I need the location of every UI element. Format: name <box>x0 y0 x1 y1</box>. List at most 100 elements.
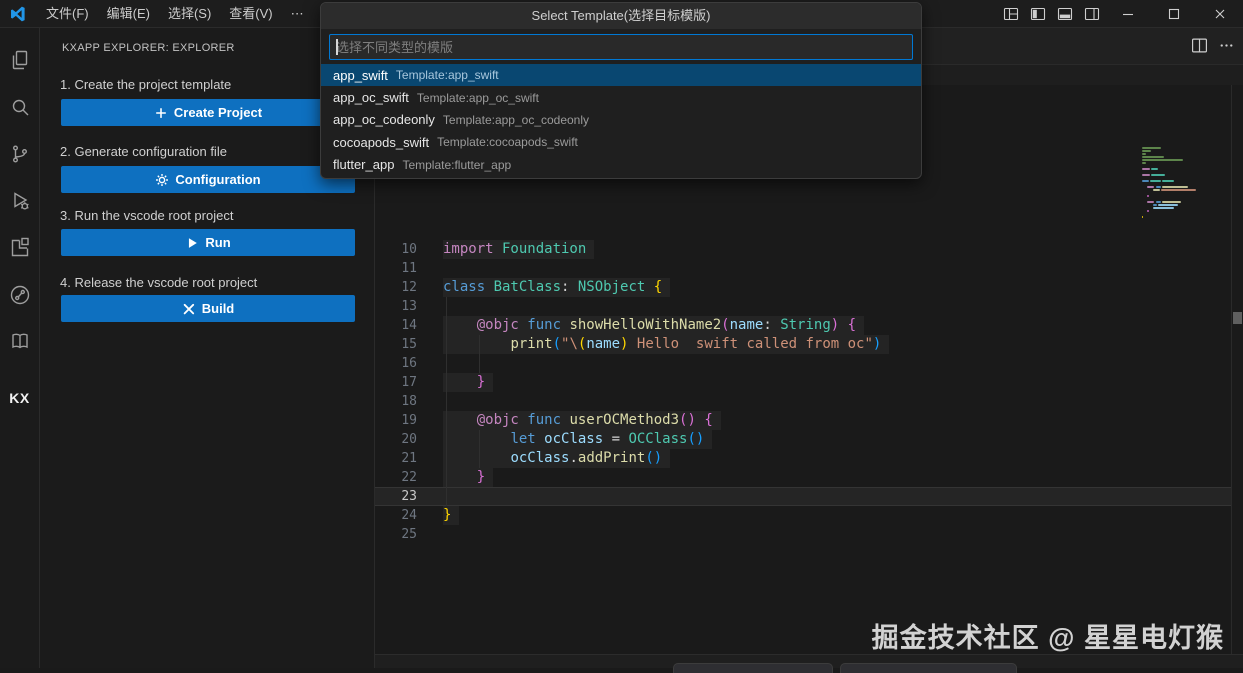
item-description: Template:app_swift <box>396 68 499 82</box>
menu-item-4[interactable]: 查看(V) <box>220 0 281 27</box>
code-line-15: 15 print("\(name) Hello swift called fro… <box>375 335 1231 354</box>
run-debug-icon[interactable] <box>0 181 39 221</box>
source-control-icon[interactable] <box>0 134 39 174</box>
remote-icon[interactable] <box>0 275 39 315</box>
item-label: app_oc_codeonly <box>333 112 435 127</box>
quickpick-item-cocoapods_swift[interactable]: cocoapods_swift Template:cocoapods_swift <box>321 131 921 153</box>
minimap-line <box>1147 201 1154 203</box>
watermark-text: 掘金技术社区 @ 星星电灯猴 <box>872 616 1224 655</box>
book-icon[interactable] <box>0 321 39 361</box>
files-icon[interactable] <box>0 40 39 80</box>
code-line-24: 24} <box>375 506 1231 525</box>
line-number: 11 <box>375 259 417 278</box>
minimap-line <box>1153 204 1157 206</box>
line-text: print("\(name) Hello swift called from o… <box>443 335 889 354</box>
step-label-run: 3. Run the vscode root project <box>60 208 233 223</box>
item-label: cocoapods_swift <box>333 135 429 150</box>
line-number: 19 <box>375 411 417 430</box>
hidden-panel-button[interactable] <box>840 663 1017 673</box>
menu-bar: 文件(F)编辑(E)选择(S)查看(V)⋯ <box>37 0 313 27</box>
minimap-line <box>1156 186 1161 188</box>
step-label-build: 4. Release the vscode root project <box>60 275 257 290</box>
run-button[interactable]: Run <box>61 229 355 256</box>
overview-ruler-border <box>1231 85 1232 654</box>
quickpick-item-flutter_app[interactable]: flutter_appTemplate:flutter_app <box>321 154 921 176</box>
line-number: 18 <box>375 392 417 411</box>
line-text: } <box>443 373 493 392</box>
code-line-21: 21 ocClass.addPrint() <box>375 449 1231 468</box>
button-label: Create Project <box>174 105 262 120</box>
code-line-17: 17 } <box>375 373 1231 392</box>
line-number: 15 <box>375 335 417 354</box>
code-line-18: 18 <box>375 392 1231 411</box>
code-line-19: 19 @objc func userOCMethod3() { <box>375 411 1231 430</box>
minimap-line <box>1161 189 1196 191</box>
line-text: import Foundation <box>443 240 594 259</box>
line-number: 20 <box>375 430 417 449</box>
line-text: let ocClass = OCClass() <box>443 430 712 449</box>
toggle-sidebar-icon[interactable] <box>1024 0 1051 28</box>
code-line-25: 25 <box>375 525 1231 544</box>
minimap-line <box>1142 159 1183 161</box>
menu-item-5[interactable]: ⋯ <box>282 0 313 27</box>
line-number: 23 <box>375 487 417 506</box>
hidden-panel-button[interactable] <box>673 663 833 673</box>
item-label: flutter_app <box>333 157 394 172</box>
quickpick-item-app_oc_swift[interactable]: app_oc_swiftTemplate:app_oc_swift <box>321 86 921 108</box>
quick-pick-title: Select Template(选择目标模版) <box>321 3 921 29</box>
minimap-line <box>1162 180 1174 182</box>
code-line-12: 12 class BatClass: NSObject { <box>375 278 1231 297</box>
line-number: 14 <box>375 316 417 335</box>
menu-item-1[interactable]: 文件(F) <box>37 0 98 27</box>
scrollbar-thumb[interactable] <box>1233 312 1242 324</box>
line-number: 24 <box>375 506 417 525</box>
minimap-line <box>1162 201 1181 203</box>
item-description: Template:cocoapods_swift <box>437 135 578 149</box>
step-label-create-project: 1. Create the project template <box>60 77 231 92</box>
button-label: Build <box>202 301 235 316</box>
button-label: Configuration <box>175 172 260 187</box>
menu-item-3[interactable]: 选择(S) <box>159 0 220 27</box>
kx-extension-icon[interactable]: KX <box>0 378 39 418</box>
indent-guide <box>479 430 480 468</box>
code-line-22: 22 } <box>375 468 1231 487</box>
extensions-icon[interactable] <box>0 228 39 268</box>
quickpick-item-app_swift[interactable]: app_swiftTemplate:app_swift <box>321 64 921 86</box>
minimap-line <box>1142 216 1143 218</box>
line-text: @objc func userOCMethod3() { <box>443 411 721 430</box>
minimap-line <box>1142 174 1150 176</box>
code-line-16: 16 <box>375 354 1231 373</box>
quick-pick-input-wrap <box>321 29 921 64</box>
close-button[interactable] <box>1197 0 1243 28</box>
menu-item-2[interactable]: 编辑(E) <box>98 0 159 27</box>
tools-icon <box>182 302 196 316</box>
quick-pick-input[interactable] <box>329 34 913 60</box>
quick-pick-list: app_swiftTemplate:app_swiftapp_oc_swiftT… <box>321 64 921 178</box>
more-actions-icon[interactable] <box>1218 37 1235 54</box>
minimap-line <box>1158 204 1178 206</box>
kx-logo-text: KX <box>9 390 29 406</box>
line-number: 10 <box>375 240 417 259</box>
toggle-panel-icon[interactable] <box>1051 0 1078 28</box>
split-editor-icon[interactable] <box>1191 37 1208 54</box>
maximize-button[interactable] <box>1151 0 1197 28</box>
line-number: 17 <box>375 373 417 392</box>
search-icon[interactable] <box>0 87 39 127</box>
minimap[interactable] <box>1140 145 1228 231</box>
activity-bar: KX <box>0 28 40 668</box>
line-text: ocClass.addPrint() <box>443 449 670 468</box>
build-button[interactable]: Build <box>61 295 355 322</box>
toggle-secondary-sidebar-icon[interactable] <box>1078 0 1105 28</box>
customize-layout-icon[interactable] <box>997 0 1024 28</box>
line-text: class BatClass: NSObject { <box>443 278 670 297</box>
code-line-11: 11 <box>375 259 1231 278</box>
line-number: 12 <box>375 278 417 297</box>
minimize-button[interactable] <box>1105 0 1151 28</box>
create-project-button[interactable]: Create Project <box>61 99 355 126</box>
quickpick-item-app_oc_codeonly[interactable]: app_oc_codeonly Template:app_oc_codeonly <box>321 109 921 131</box>
bottom-panel-edge <box>375 654 1243 668</box>
configuration-button[interactable]: Configuration <box>61 166 355 193</box>
item-description: Template:app_oc_codeonly <box>443 113 589 127</box>
step-label-configuration: 2. Generate configuration file <box>60 144 227 159</box>
editor-actions <box>1191 37 1235 54</box>
